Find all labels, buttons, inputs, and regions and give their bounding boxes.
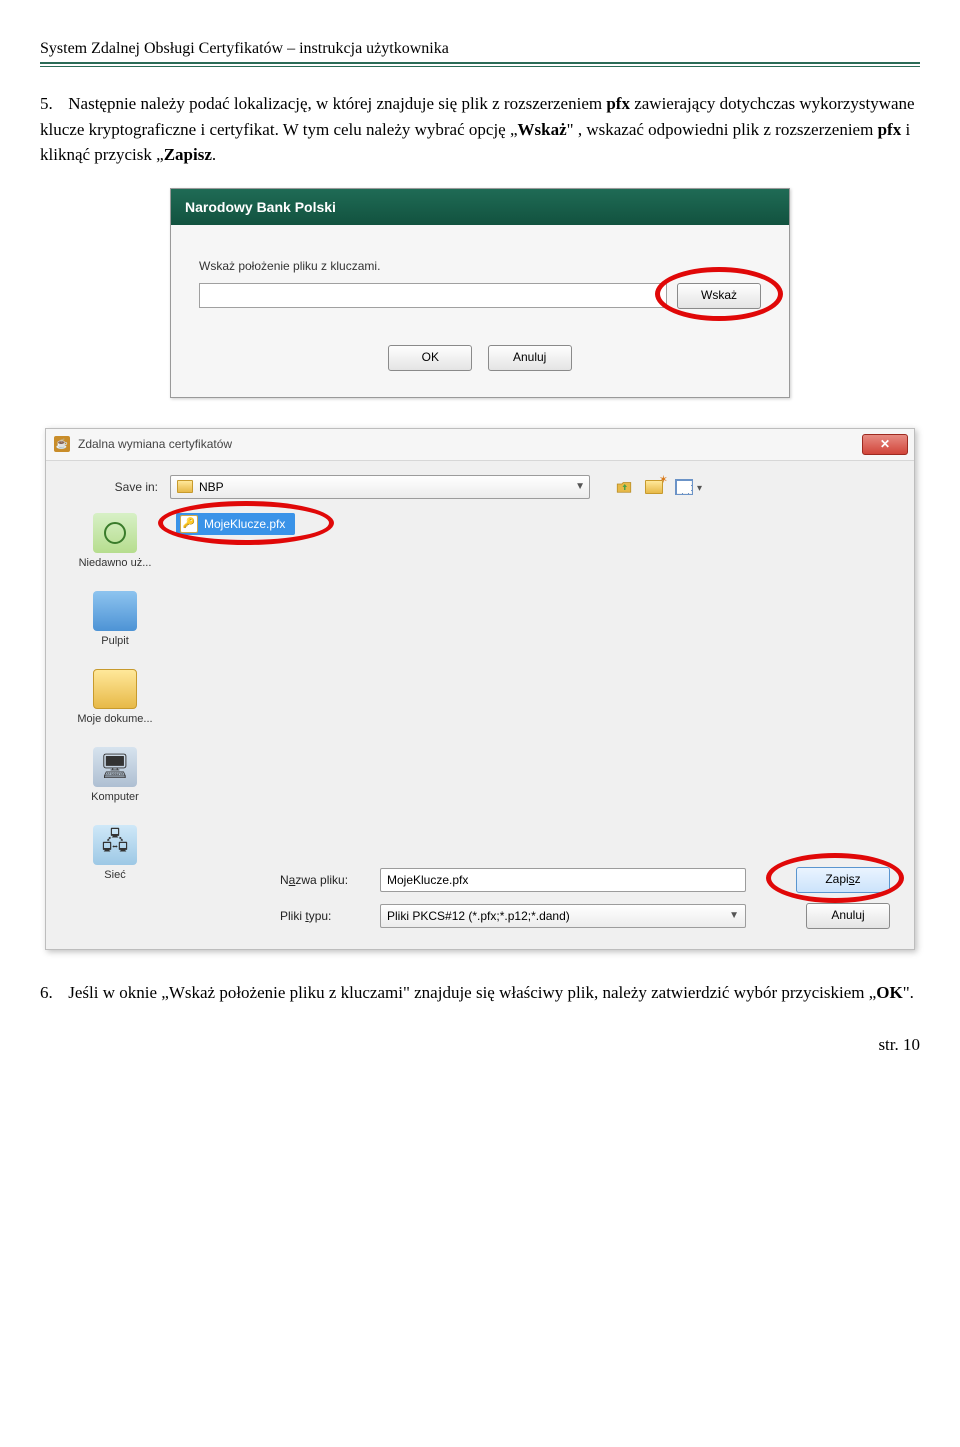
places-bar: Niedawno uż... Pulpit Moje dokume... 🖥 K…: [60, 505, 170, 935]
save-in-combo[interactable]: NBP ▼: [170, 475, 590, 499]
folder-icon: [177, 480, 193, 493]
desktop-icon: [93, 591, 137, 631]
close-button[interactable]: ✕: [862, 434, 908, 455]
file-path-input[interactable]: [199, 283, 667, 308]
anuluj-button[interactable]: Anuluj: [488, 345, 572, 371]
file-name: MojeKlucze.pfx: [204, 517, 285, 531]
filename-label: Nazwa pliku:: [280, 873, 380, 887]
chevron-down-icon: ▾: [697, 483, 702, 494]
place-computer[interactable]: 🖥 Komputer: [60, 739, 170, 817]
place-documents[interactable]: Moje dokume...: [60, 661, 170, 739]
nbp-dialog: Narodowy Bank Polski Wskaż położenie pli…: [170, 188, 790, 398]
folder-up-icon: [615, 478, 633, 496]
filename-value: MojeKlucze.pfx: [387, 873, 468, 887]
filetype-label: Pliki typu:: [280, 909, 380, 923]
paragraph-6: 6. Jeśli w oknie „Wskaż położenie pliku …: [40, 980, 920, 1006]
sparkle-icon: ✶: [659, 473, 668, 486]
view-menu-button[interactable]: ▾: [674, 477, 694, 497]
up-one-level-button[interactable]: [614, 477, 634, 497]
chevron-down-icon: ▼: [729, 910, 739, 921]
header-rule: [40, 62, 920, 67]
ok-button[interactable]: OK: [388, 345, 472, 371]
zapisz-button[interactable]: Zapisz: [796, 867, 890, 893]
save-dialog: ☕ Zdalna wymiana certyfikatów ✕ Save in:…: [45, 428, 915, 950]
step-number: 5.: [40, 91, 64, 117]
filename-input[interactable]: MojeKlucze.pfx: [380, 868, 746, 892]
network-icon: 🖧: [93, 825, 137, 865]
certificate-file-icon: 🔑: [180, 515, 198, 533]
place-recent[interactable]: Niedawno uż...: [60, 505, 170, 583]
place-desktop[interactable]: Pulpit: [60, 583, 170, 661]
page-footer: str. 10: [40, 1035, 920, 1055]
new-folder-button[interactable]: ✶: [644, 477, 664, 497]
p5-text: Następnie należy podać lokalizację, w kt…: [40, 94, 915, 164]
grid-icon: ▾: [675, 479, 693, 495]
close-icon: ✕: [880, 437, 890, 451]
save-dialog-title: Zdalna wymiana certyfikatów: [78, 437, 862, 451]
documents-icon: [93, 669, 137, 709]
computer-icon: 🖥: [93, 747, 137, 787]
file-item-selected[interactable]: 🔑 MojeKlucze.pfx: [176, 513, 295, 535]
place-label: Moje dokume...: [60, 713, 170, 725]
doc-header: System Zdalnej Obsługi Certyfikatów – in…: [40, 40, 920, 58]
step-number: 6.: [40, 980, 64, 1006]
place-label: Pulpit: [60, 635, 170, 647]
place-label: Komputer: [60, 791, 170, 803]
nbp-instruction-label: Wskaż położenie pliku z kluczami.: [199, 259, 761, 273]
save-in-label: Save in:: [60, 480, 170, 494]
place-network[interactable]: 🖧 Sieć: [60, 817, 170, 895]
anuluj-button[interactable]: Anuluj: [806, 903, 890, 929]
save-in-value: NBP: [199, 480, 224, 494]
place-label: Sieć: [60, 869, 170, 881]
recent-icon: [93, 513, 137, 553]
file-list-area[interactable]: 🔑 MojeKlucze.pfx Nazwa pliku: MojeKlucze…: [170, 505, 896, 935]
chevron-down-icon: ▼: [575, 481, 585, 492]
place-label: Niedawno uż...: [60, 557, 170, 569]
save-dialog-titlebar: ☕ Zdalna wymiana certyfikatów ✕: [46, 429, 914, 461]
java-icon: ☕: [54, 436, 70, 452]
nbp-dialog-title: Narodowy Bank Polski: [171, 189, 789, 225]
filetype-combo[interactable]: Pliki PKCS#12 (*.pfx;*.p12;*.dand) ▼: [380, 904, 746, 928]
filetype-value: Pliki PKCS#12 (*.pfx;*.p12;*.dand): [387, 909, 570, 923]
p6-text: Jeśli w oknie „Wskaż położenie pliku z k…: [68, 983, 914, 1002]
wskaz-button[interactable]: Wskaż: [677, 283, 761, 309]
paragraph-5: 5. Następnie należy podać lokalizację, w…: [40, 91, 920, 168]
